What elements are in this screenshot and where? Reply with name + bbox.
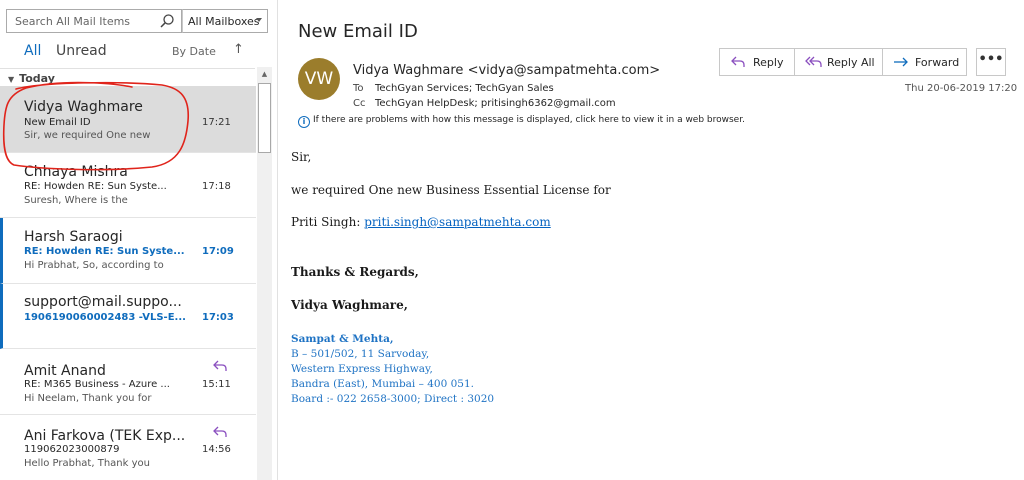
- mail-list-scrollbar[interactable]: ▲: [257, 67, 272, 480]
- mail-preview: Suresh, Where is the: [24, 195, 128, 206]
- mail-preview: Sir, we required One new: [24, 130, 151, 141]
- forward-button[interactable]: Forward: [883, 49, 967, 75]
- message-actions: Reply Reply All Forward: [719, 48, 967, 76]
- reply-label: Reply: [753, 56, 784, 69]
- mail-sender: Chhaya Mishra: [24, 164, 128, 180]
- group-header-today[interactable]: ▼ Today: [0, 68, 255, 85]
- mail-subject: New Email ID: [24, 117, 91, 128]
- mail-sender: Vidya Waghmare: [24, 99, 143, 115]
- mail-item[interactable]: Amit Anand RE: M365 Business - Azure ...…: [0, 349, 256, 415]
- cc-row: Cc TechGyan HelpDesk; pritisingh6362@gmai…: [353, 98, 616, 109]
- mail-time: 17:21: [202, 117, 231, 128]
- body-greeting: Sir,: [291, 150, 312, 164]
- avatar[interactable]: VW: [298, 58, 340, 100]
- mail-sender: Harsh Saraogi: [24, 229, 123, 245]
- scroll-thumb[interactable]: [258, 83, 271, 153]
- message-date: Thu 20-06-2019 17:20: [905, 83, 1018, 94]
- email-link[interactable]: priti.singh@sampatmehta.com: [364, 215, 551, 229]
- body-name-label: Priti Singh:: [291, 215, 365, 229]
- signature-address: Western Express Highway,: [291, 363, 433, 375]
- infobar-text: If there are problems with how this mess…: [313, 115, 745, 125]
- forward-icon: [894, 57, 908, 67]
- search-input[interactable]: [7, 10, 157, 32]
- reading-pane: New Email ID VW Vidya Waghmare <vidya@sa…: [279, 0, 1024, 480]
- search-icon[interactable]: [159, 13, 175, 29]
- mail-item-unread[interactable]: support@mail.suppo... 1906190060002483 -…: [0, 284, 256, 349]
- mail-subject: RE: Howden RE: Sun Syste...: [24, 181, 167, 192]
- mail-time: 15:11: [202, 379, 231, 390]
- mail-time: 17:03: [202, 312, 234, 323]
- mail-time: 17:09: [202, 246, 234, 257]
- cc-label: Cc: [353, 98, 366, 109]
- signature-address: B – 501/502, 11 Sarvoday,: [291, 348, 430, 360]
- mail-list-pane: All Mailboxes All Unread By Date ↑ ▼ Toda…: [0, 0, 278, 480]
- body-text: we required One new Business Essential L…: [291, 183, 611, 197]
- chevron-down-icon: [256, 18, 262, 22]
- filter-row: All Unread By Date ↑: [0, 40, 278, 62]
- reply-button[interactable]: Reply: [720, 49, 794, 75]
- mail-sender: support@mail.suppo...: [24, 294, 182, 310]
- message-sender[interactable]: Vidya Waghmare <vidya@sampatmehta.com>: [353, 63, 660, 78]
- mail-list: Vidya Waghmare New Email ID Sir, we requ…: [0, 86, 256, 480]
- forward-label: Forward: [915, 56, 960, 69]
- replied-icon: [213, 426, 227, 437]
- display-problem-infobar[interactable]: i If there are problems with how this mes…: [298, 115, 745, 128]
- mail-preview: Hi Prabhat, So, according to: [24, 260, 164, 271]
- filter-all-tab[interactable]: All: [24, 43, 41, 59]
- reply-all-icon: [805, 56, 822, 67]
- mail-preview: Hi Neelam, Thank you for: [24, 393, 152, 404]
- sort-direction-button[interactable]: ↑: [233, 42, 244, 57]
- cc-recipients[interactable]: TechGyan HelpDesk; pritisingh6362@gmail.…: [375, 98, 616, 109]
- scroll-up-arrow[interactable]: ▲: [257, 67, 272, 82]
- mail-subject: 1906190060002483 -VLS-E...: [24, 312, 186, 323]
- body-signer: Vidya Waghmare,: [291, 298, 408, 312]
- mail-item[interactable]: Vidya Waghmare New Email ID Sir, we requ…: [0, 86, 256, 153]
- body-thanks: Thanks & Regards,: [291, 265, 419, 279]
- mail-preview: Hello Prabhat, Thank you: [24, 458, 150, 469]
- to-label: To: [353, 83, 364, 94]
- mail-subject: 119062023000879: [24, 444, 120, 455]
- mail-item[interactable]: Chhaya Mishra RE: Howden RE: Sun Syste..…: [0, 153, 256, 218]
- message-subject: New Email ID: [298, 21, 418, 42]
- mail-item-unread[interactable]: Harsh Saraogi RE: Howden RE: Sun Syste..…: [0, 218, 256, 284]
- reply-all-label: Reply All: [827, 56, 875, 69]
- collapse-icon: ▼: [8, 75, 15, 84]
- to-row: To TechGyan Services; TechGyan Sales: [353, 83, 554, 94]
- body-email-line: Priti Singh: priti.singh@sampatmehta.com: [291, 215, 551, 229]
- sort-by-dropdown[interactable]: By Date: [172, 45, 216, 58]
- reply-all-button[interactable]: Reply All: [795, 49, 882, 75]
- mail-sender: Amit Anand: [24, 363, 106, 379]
- info-icon: i: [298, 116, 310, 128]
- mail-time: 17:18: [202, 181, 231, 192]
- filter-unread-tab[interactable]: Unread: [56, 43, 107, 59]
- group-label: Today: [19, 72, 55, 85]
- search-box[interactable]: [6, 9, 182, 33]
- signature-address: Bandra (East), Mumbai – 400 051.: [291, 378, 474, 390]
- mailbox-scope-dropdown[interactable]: All Mailboxes: [182, 9, 268, 33]
- mail-time: 14:56: [202, 444, 231, 455]
- mail-subject: RE: Howden RE: Sun Syste...: [24, 246, 185, 257]
- mail-sender: Ani Farkova (TEK Exp...: [24, 428, 186, 444]
- replied-icon: [213, 360, 227, 371]
- reply-icon: [731, 56, 745, 67]
- signature-company: Sampat & Mehta,: [291, 333, 394, 345]
- to-recipients[interactable]: TechGyan Services; TechGyan Sales: [375, 83, 554, 94]
- mail-subject: RE: M365 Business - Azure ...: [24, 379, 170, 390]
- signature-phone: Board :- 022 2658-3000; Direct : 3020: [291, 393, 495, 405]
- mail-item[interactable]: Ani Farkova (TEK Exp... 119062023000879 …: [0, 415, 256, 480]
- mailbox-scope-label: All Mailboxes: [188, 15, 260, 28]
- more-actions-button[interactable]: •••: [976, 48, 1006, 76]
